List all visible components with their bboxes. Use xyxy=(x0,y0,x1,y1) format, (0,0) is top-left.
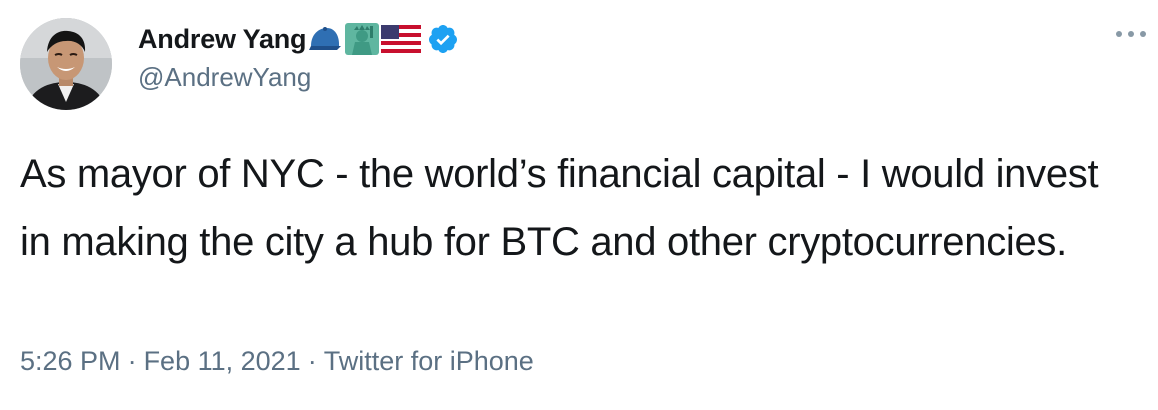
meta-separator: · xyxy=(127,346,137,376)
verified-badge-icon xyxy=(427,23,459,55)
display-name[interactable]: Andrew Yang xyxy=(138,24,307,55)
tweet-date[interactable]: Feb 11, 2021 xyxy=(144,346,301,376)
name-row: Andrew Yang xyxy=(138,20,459,58)
more-horizontal-icon[interactable] xyxy=(1114,22,1148,46)
user-handle[interactable]: @AndrewYang xyxy=(138,62,311,93)
blue-cap-emoji-icon xyxy=(307,24,343,54)
tweet-source[interactable]: Twitter for iPhone xyxy=(324,346,534,376)
avatar[interactable] xyxy=(20,18,112,110)
tweet-text: As mayor of NYC - the world’s financial … xyxy=(20,152,1099,264)
more-dot xyxy=(1140,31,1146,37)
tweet-card: Andrew Yang @AndrewYang As mayor of NYC … xyxy=(0,0,1158,410)
tweet-time[interactable]: 5:26 PM xyxy=(20,346,121,376)
more-dot xyxy=(1116,31,1122,37)
statue-of-liberty-emoji-icon xyxy=(344,22,380,56)
more-dot xyxy=(1128,31,1134,37)
meta-separator: · xyxy=(307,346,317,376)
tweet-meta: 5:26 PM · Feb 11, 2021 · Twitter for iPhone xyxy=(20,346,534,377)
avatar-image xyxy=(20,18,112,110)
us-flag-emoji-icon xyxy=(381,25,422,53)
